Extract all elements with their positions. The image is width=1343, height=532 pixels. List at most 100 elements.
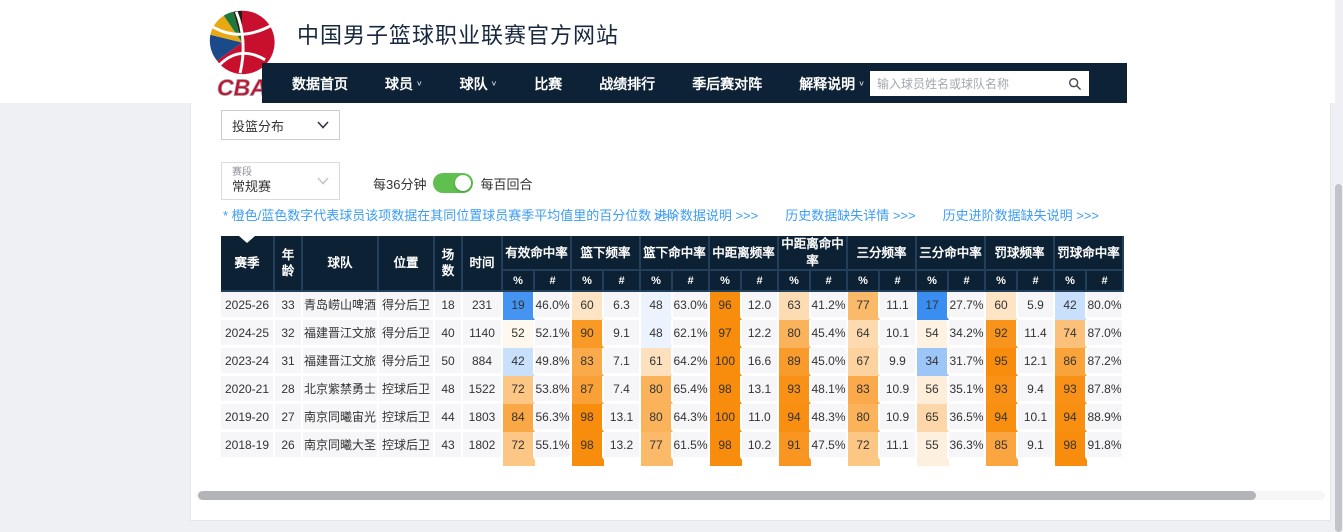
stat-val-cell: 46.0% bbox=[535, 292, 572, 320]
rate-toggle[interactable] bbox=[433, 173, 473, 193]
adv-link-2[interactable]: 历史进阶数据缺失说明 >>> bbox=[943, 205, 1099, 224]
nav-item-6[interactable]: 解释说明∨ bbox=[799, 74, 865, 94]
stat-val-cell: 55.1% bbox=[535, 432, 572, 460]
team-cell: 福建晋江文旅 bbox=[303, 348, 379, 376]
report-type-value: 投篮分布 bbox=[232, 116, 284, 135]
col-header-0[interactable]: 赛季 bbox=[221, 236, 275, 292]
stat-group-header-1[interactable]: 篮下频率 bbox=[572, 236, 641, 271]
stat-sub-header[interactable]: % bbox=[572, 271, 604, 292]
search-icon[interactable] bbox=[1068, 77, 1082, 91]
stat-pct-cell: 80 bbox=[848, 404, 880, 432]
stat-sub-header[interactable]: # bbox=[949, 271, 986, 292]
report-type-select[interactable]: 投篮分布 bbox=[221, 110, 340, 140]
stat-sub-header[interactable]: # bbox=[1018, 271, 1055, 292]
games-cell: 18 bbox=[435, 292, 463, 320]
stat-pct-cell: 86 bbox=[1055, 348, 1087, 376]
stat-sub-header[interactable]: # bbox=[535, 271, 572, 292]
stat-pct-cell: 98 bbox=[572, 404, 604, 432]
nav-item-4[interactable]: 战绩排行 bbox=[599, 74, 655, 94]
nav-item-2[interactable]: 球队∨ bbox=[460, 74, 498, 94]
stat-group-header-6[interactable]: 三分命中率 bbox=[917, 236, 986, 271]
time-cell: 1140 bbox=[463, 320, 503, 348]
stat-sub-header[interactable]: # bbox=[673, 271, 710, 292]
stub-cell bbox=[673, 460, 710, 466]
stat-sub-header[interactable]: # bbox=[604, 271, 641, 292]
stat-sub-header[interactable]: % bbox=[710, 271, 742, 292]
stat-sub-header[interactable]: # bbox=[742, 271, 779, 292]
stat-group-header-8[interactable]: 罚球命中率 bbox=[1055, 236, 1124, 271]
stat-group-header-0[interactable]: 有效命中率 bbox=[503, 236, 572, 271]
stat-val-cell: 9.4 bbox=[1018, 376, 1055, 404]
stage-select[interactable]: 赛段 常规赛 bbox=[221, 162, 340, 200]
stat-group-header-7[interactable]: 罚球频率 bbox=[986, 236, 1055, 271]
stat-pct-cell: 55 bbox=[917, 432, 949, 460]
vertical-scrollbar[interactable] bbox=[1335, 0, 1343, 532]
stat-pct-cell: 94 bbox=[1055, 404, 1087, 432]
col-header-2[interactable]: 球队 bbox=[303, 236, 379, 292]
stat-pct-cell: 64 bbox=[848, 320, 880, 348]
stat-val-cell: 41.2% bbox=[811, 292, 848, 320]
season-cell: 2019-20 bbox=[221, 404, 275, 432]
adv-link-0[interactable]: 进阶数据说明 >>> bbox=[654, 205, 758, 224]
stat-sub-header[interactable]: % bbox=[779, 271, 811, 292]
stat-pct-cell: 77 bbox=[848, 292, 880, 320]
chevron-down-icon: ∨ bbox=[858, 79, 865, 88]
stat-pct-cell: 84 bbox=[503, 404, 535, 432]
stat-pct-cell: 74 bbox=[1055, 320, 1087, 348]
stat-sub-header[interactable]: % bbox=[641, 271, 673, 292]
content-card: 投篮分布 赛段 常规赛 每36分钟 每百回合 * 橙色/蓝色数字代表球员该项数据… bbox=[190, 103, 1331, 521]
stat-val-cell: 10.9 bbox=[880, 404, 917, 432]
col-header-1[interactable]: 年龄 bbox=[275, 236, 303, 292]
stub-pct-cell bbox=[503, 460, 535, 466]
stat-sub-header[interactable]: % bbox=[986, 271, 1018, 292]
col-header-3[interactable]: 位置 bbox=[379, 236, 435, 292]
stat-val-cell: 62.1% bbox=[673, 320, 710, 348]
table-row: 2025-2633青岛崂山啤酒得分后卫182311946.0%606.34863… bbox=[221, 292, 1124, 320]
stat-group-header-5[interactable]: 三分频率 bbox=[848, 236, 917, 271]
games-cell: 43 bbox=[435, 432, 463, 460]
stat-sub-header[interactable]: % bbox=[503, 271, 535, 292]
stat-sub-header[interactable]: # bbox=[811, 271, 848, 292]
stat-sub-header[interactable]: % bbox=[917, 271, 949, 292]
stat-group-header-4[interactable]: 中距离命中率 bbox=[779, 236, 848, 271]
stage-select-label: 赛段 bbox=[232, 167, 271, 180]
stub-pct-cell bbox=[848, 460, 880, 466]
chevron-down-icon bbox=[317, 177, 329, 185]
search-input[interactable] bbox=[877, 77, 1068, 91]
chevron-down-icon: ∨ bbox=[416, 79, 423, 88]
nav-item-3[interactable]: 比赛 bbox=[534, 74, 562, 94]
stat-sub-header[interactable]: # bbox=[880, 271, 917, 292]
stat-pct-cell: 34 bbox=[917, 348, 949, 376]
vertical-scrollbar-thumb[interactable] bbox=[1335, 184, 1342, 532]
stat-group-header-2[interactable]: 篮下命中率 bbox=[641, 236, 710, 271]
stat-pct-cell: 42 bbox=[503, 348, 535, 376]
age-cell: 31 bbox=[275, 348, 303, 376]
stat-pct-cell: 100 bbox=[710, 348, 742, 376]
stat-val-cell: 10.1 bbox=[1018, 404, 1055, 432]
stat-val-cell: 45.0% bbox=[811, 348, 848, 376]
stat-val-cell: 88.9% bbox=[1087, 404, 1124, 432]
stat-pct-cell: 93 bbox=[1055, 376, 1087, 404]
stat-pct-cell: 87 bbox=[572, 376, 604, 404]
horizontal-scrollbar-thumb[interactable] bbox=[198, 491, 1256, 500]
stat-val-cell: 12.1 bbox=[1018, 348, 1055, 376]
stat-sub-header[interactable]: # bbox=[1087, 271, 1124, 292]
horizontal-scrollbar[interactable] bbox=[196, 491, 1325, 500]
stat-sub-header[interactable]: % bbox=[848, 271, 880, 292]
stage-select-value: 常规赛 bbox=[232, 179, 271, 195]
stat-group-header-3[interactable]: 中距离频率 bbox=[710, 236, 779, 271]
stub-pct-cell bbox=[917, 460, 949, 466]
nav-item-0[interactable]: 数据首页 bbox=[292, 74, 348, 94]
nav-item-label: 解释说明 bbox=[799, 74, 855, 94]
stat-val-cell: 45.4% bbox=[811, 320, 848, 348]
pos-cell: 得分后卫 bbox=[379, 320, 435, 348]
col-header-5[interactable]: 时间 bbox=[463, 236, 503, 292]
stat-sub-header[interactable]: % bbox=[1055, 271, 1087, 292]
adv-link-1[interactable]: 历史数据缺失详情 >>> bbox=[785, 205, 915, 224]
team-cell: 青岛崂山啤酒 bbox=[303, 292, 379, 320]
nav-item-5[interactable]: 季后赛对阵 bbox=[692, 74, 762, 94]
nav-item-1[interactable]: 球员∨ bbox=[385, 74, 423, 94]
age-cell: 32 bbox=[275, 320, 303, 348]
search-box[interactable] bbox=[870, 71, 1089, 96]
col-header-4[interactable]: 场数 bbox=[435, 236, 463, 292]
